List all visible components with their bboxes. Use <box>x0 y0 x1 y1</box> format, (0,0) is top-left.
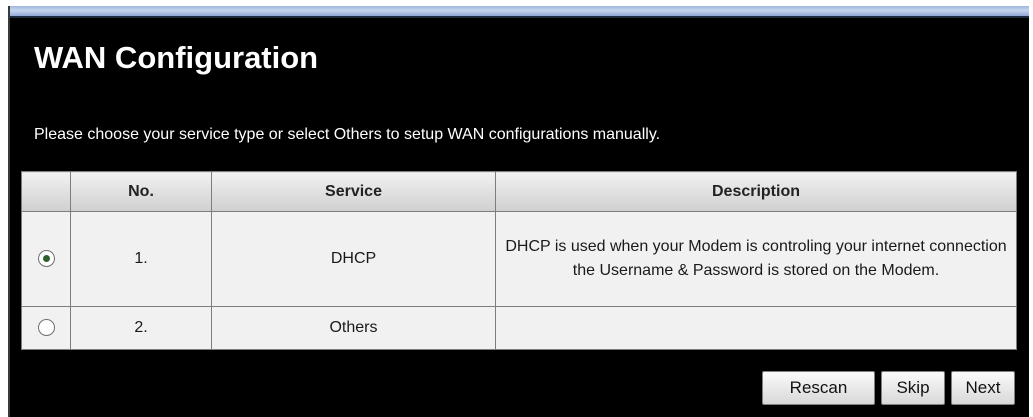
number-cell: 1. <box>70 211 212 307</box>
service-cell: DHCP <box>211 211 496 307</box>
header-select <box>21 171 71 212</box>
table-row[interactable]: 2. Others <box>21 306 1017 350</box>
header-description: Description <box>495 171 1017 212</box>
window-frame: WAN Configuration Please choose your ser… <box>0 0 1033 417</box>
header-number: No. <box>70 171 212 212</box>
next-button[interactable]: Next <box>951 371 1015 405</box>
radio-unchecked-icon[interactable] <box>37 319 55 337</box>
top-accent-bar <box>10 6 1029 18</box>
description-cell: DHCP is used when your Modem is controli… <box>495 211 1017 307</box>
select-cell[interactable] <box>21 306 71 350</box>
intro-text: Please choose your service type or selec… <box>34 126 661 143</box>
page-title: WAN Configuration <box>34 40 319 75</box>
number-cell: 2. <box>70 306 212 350</box>
select-cell[interactable] <box>21 211 71 307</box>
service-table: No. Service Description 1. DHCP DHCP is … <box>21 171 1017 350</box>
table-row[interactable]: 1. DHCP DHCP is used when your Modem is … <box>21 211 1017 307</box>
radio-checked-icon[interactable] <box>37 250 55 268</box>
table-header-row: No. Service Description <box>21 171 1017 212</box>
service-cell: Others <box>211 306 496 350</box>
description-cell <box>495 306 1017 350</box>
rescan-button[interactable]: Rescan <box>762 371 875 405</box>
skip-button[interactable]: Skip <box>881 371 945 405</box>
header-service: Service <box>211 171 496 212</box>
